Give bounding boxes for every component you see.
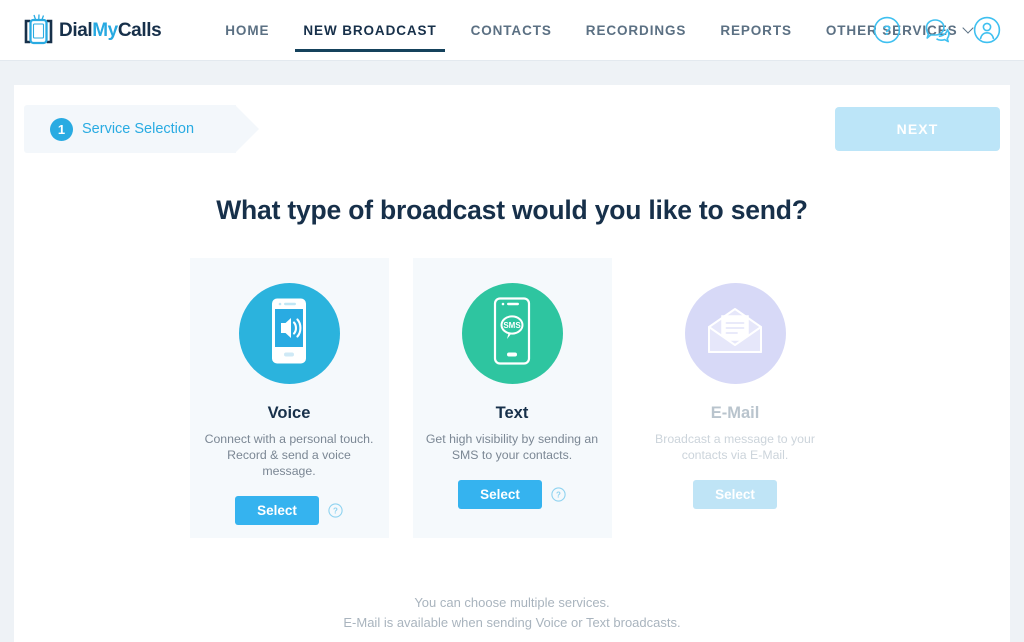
email-select-button: Select xyxy=(693,480,777,509)
service-card-text[interactable]: SMS Text Get high visibility by sending … xyxy=(412,258,612,538)
nav-label-home: HOME xyxy=(225,22,270,38)
nav-label-reports: REPORTS xyxy=(720,22,792,38)
text-select-button[interactable]: Select xyxy=(458,480,542,509)
nav-item-contacts[interactable]: CONTACTS xyxy=(454,0,569,61)
text-card-title: Text xyxy=(495,404,529,422)
breadcrumb[interactable]: 1 Service Selection xyxy=(24,105,260,153)
voice-icon-circle xyxy=(238,283,340,384)
step-label: Service Selection xyxy=(82,121,195,137)
voice-card-description: Connect with a personal touch. Record & … xyxy=(199,431,379,479)
service-card-email[interactable]: E-Mail Broadcast a message to your conta… xyxy=(635,258,835,538)
help-circle-icon[interactable]: ? xyxy=(328,503,343,518)
text-icon-circle: SMS xyxy=(461,283,563,384)
help-circle-icon[interactable]: ? xyxy=(872,15,902,45)
nav-label-contacts: CONTACTS xyxy=(470,22,552,38)
brand-wordmark: DialMyCalls xyxy=(59,19,162,41)
service-card-grid: Voice Connect with a personal touch. Rec… xyxy=(14,258,1010,538)
text-card-actions: Select ? xyxy=(458,480,566,509)
email-card-title: E-Mail xyxy=(710,404,760,422)
email-icon-circle xyxy=(684,283,786,384)
open-envelope-letter-icon xyxy=(706,307,764,360)
user-account-icon[interactable] xyxy=(972,15,1002,45)
svg-text:SMS: SMS xyxy=(503,321,521,330)
text-desc-line2: SMS to your contacts. xyxy=(451,448,573,462)
phone-speaker-icon xyxy=(263,297,315,370)
footnote: You can choose multiple services. E-Mail… xyxy=(14,593,1010,633)
svg-text:?: ? xyxy=(883,22,892,38)
brand-name-my: My xyxy=(92,19,118,41)
next-button[interactable]: NEXT xyxy=(835,107,1000,151)
voice-card-title: Voice xyxy=(267,404,311,422)
page-root: DialMyCalls HOME NEW BROADCAST CONTACTS … xyxy=(0,0,1024,642)
text-desc-line1: Get high visibility by sending an xyxy=(425,432,599,446)
wizard-step-bar: 1 Service Selection NEXT xyxy=(24,105,1000,155)
nav-label-recordings: RECORDINGS xyxy=(585,22,687,38)
page-title: What type of broadcast would you like to… xyxy=(216,195,808,225)
voice-select-button[interactable]: Select xyxy=(235,496,319,525)
email-desc-line2: contacts via E-Mail. xyxy=(681,448,789,462)
nav-item-reports[interactable]: REPORTS xyxy=(703,0,809,61)
voice-desc-line2: Record & send a voice message. xyxy=(227,448,351,478)
service-card-voice[interactable]: Voice Connect with a personal touch. Rec… xyxy=(189,258,389,538)
text-card-description: Get high visibility by sending an SMS to… xyxy=(422,431,602,463)
phone-sms-bubble-icon: SMS xyxy=(486,297,538,370)
nav-item-recordings[interactable]: RECORDINGS xyxy=(569,0,704,61)
content-panel: 1 Service Selection NEXT What type of br… xyxy=(14,85,1010,642)
chat-bubbles-icon[interactable] xyxy=(922,15,952,45)
header-icon-group: ? xyxy=(872,15,1002,45)
svg-text:?: ? xyxy=(556,491,561,500)
brand-name-calls: Calls xyxy=(117,19,162,41)
voice-desc-line1: Connect with a personal touch. xyxy=(204,432,374,446)
footnote-line2: E-Mail is available when sending Voice o… xyxy=(343,615,681,630)
help-circle-icon[interactable]: ? xyxy=(551,487,566,502)
nav-item-home[interactable]: HOME xyxy=(208,0,286,61)
nav-label-new-broadcast: NEW BROADCAST xyxy=(303,22,437,38)
nav-item-new-broadcast[interactable]: NEW BROADCAST xyxy=(286,0,453,61)
brand-logo[interactable]: DialMyCalls xyxy=(22,10,162,50)
step-number-badge: 1 xyxy=(50,117,73,141)
voice-card-actions: Select ? xyxy=(235,496,343,525)
email-card-actions: Select xyxy=(693,480,777,509)
email-card-description: Broadcast a message to your contacts via… xyxy=(645,431,825,463)
svg-text:?: ? xyxy=(333,507,338,516)
brand-name-dial: Dial xyxy=(59,19,93,41)
email-desc-line1: Broadcast a message to your xyxy=(655,432,815,446)
footnote-line1: You can choose multiple services. xyxy=(414,595,610,610)
mobile-phone-icon xyxy=(22,12,56,48)
top-header: DialMyCalls HOME NEW BROADCAST CONTACTS … xyxy=(0,0,1024,61)
